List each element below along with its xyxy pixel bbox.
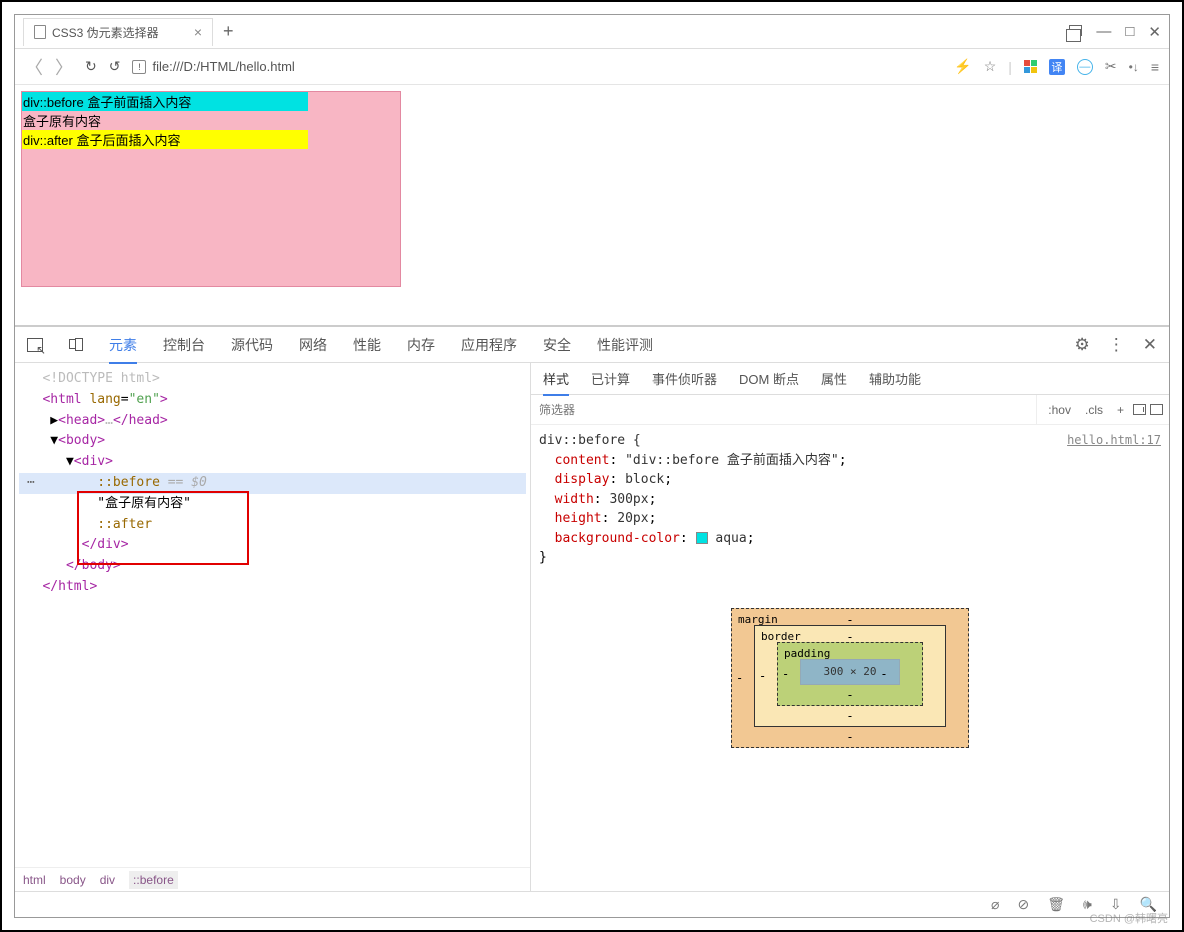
tab-audits[interactable]: 性能评测 — [597, 335, 653, 355]
dom-tree[interactable]: <!DOCTYPE html> <html lang="en"> ▶<head>… — [15, 363, 530, 867]
panel-layout2-icon[interactable] — [1150, 404, 1163, 415]
original-content: 盒子原有内容 — [22, 111, 400, 130]
tab-security[interactable]: 安全 — [543, 335, 571, 355]
browser-tab[interactable]: CSS3 伪元素选择器 × — [23, 18, 213, 46]
cls-toggle[interactable]: .cls — [1080, 401, 1108, 419]
tab-memory[interactable]: 内存 — [407, 335, 435, 355]
nav-forward-icon[interactable]: 〉 — [55, 54, 73, 80]
more-icon[interactable]: ⋮ — [1108, 335, 1125, 355]
watermark: CSDN @韩曙亮 — [1090, 910, 1168, 926]
box-model: margin ---- border ---- padding --- 300 … — [731, 608, 969, 749]
tab-application[interactable]: 应用程序 — [461, 335, 517, 355]
before-pseudo: div::before 盒子前面插入内容 — [22, 92, 308, 111]
tab-styles[interactable]: 样式 — [543, 369, 569, 396]
dom-breadcrumb[interactable]: html body div ::before — [15, 867, 530, 891]
tab-network[interactable]: 网络 — [299, 335, 327, 355]
window-minimize-icon[interactable]: — — [1096, 23, 1111, 41]
inspect-element-icon[interactable] — [27, 338, 43, 352]
after-pseudo: div::after 盒子后面插入内容 — [22, 130, 308, 149]
reload-icon[interactable]: ↻ — [85, 58, 97, 75]
new-tab-button[interactable]: + — [223, 21, 234, 42]
flash-icon[interactable]: ⚡ — [954, 58, 971, 75]
url-text[interactable]: file:///D:/HTML/hello.html — [152, 59, 294, 74]
download-icon[interactable]: •↓ — [1129, 60, 1139, 74]
window-duplicate-icon[interactable] — [1069, 23, 1082, 41]
hov-toggle[interactable]: :hov — [1043, 401, 1076, 419]
window-close-icon[interactable]: ✕ — [1148, 23, 1161, 41]
scissors-icon[interactable]: ✂ — [1105, 58, 1117, 75]
tab-a11y[interactable]: 辅助功能 — [869, 369, 921, 388]
demo-div: div::before 盒子前面插入内容 盒子原有内容 div::after 盒… — [21, 91, 401, 287]
tab-breakpoints[interactable]: DOM 断点 — [739, 369, 799, 388]
nav-back-icon[interactable]: 〈 — [25, 54, 43, 80]
tab-sources[interactable]: 源代码 — [231, 335, 273, 355]
device-toggle-icon[interactable] — [69, 338, 83, 351]
tab-elements[interactable]: 元素 — [109, 335, 137, 364]
style-filter-input[interactable] — [531, 403, 1036, 417]
window-maximize-icon[interactable]: □ — [1125, 23, 1134, 41]
page-viewport: div::before 盒子前面插入内容 盒子原有内容 div::after 盒… — [15, 85, 1169, 325]
new-rule-icon[interactable]: + — [1112, 401, 1129, 419]
tab-computed[interactable]: 已计算 — [591, 369, 630, 388]
tab-properties[interactable]: 属性 — [821, 369, 847, 388]
console-clear-icon[interactable]: ⌀ — [991, 896, 999, 913]
panel-layout-icon[interactable] — [1133, 404, 1146, 415]
shield-icon: ! — [132, 60, 146, 74]
zoom-out-icon[interactable]: — — [1077, 59, 1093, 75]
trash-icon[interactable]: 🗑 — [1047, 896, 1065, 913]
console-cancel-icon[interactable]: ⊘ — [1017, 896, 1029, 913]
favorite-icon[interactable]: ☆ — [984, 58, 997, 75]
color-swatch-icon[interactable] — [696, 532, 708, 544]
tab-title: CSS3 伪元素选择器 — [52, 24, 159, 41]
translate-icon[interactable]: 译 — [1049, 59, 1065, 75]
tab-close-icon[interactable]: × — [194, 24, 202, 40]
tab-console[interactable]: 控制台 — [163, 335, 205, 355]
source-link[interactable]: hello.html:17 — [1067, 431, 1161, 449]
home-icon[interactable]: ↺ — [109, 58, 121, 75]
tab-performance[interactable]: 性能 — [353, 335, 381, 355]
file-icon — [34, 25, 46, 39]
css-rules[interactable]: hello.html:17 div::before { content: "di… — [531, 425, 1169, 891]
tab-listeners[interactable]: 事件侦听器 — [652, 369, 717, 388]
settings-icon[interactable]: ⚙ — [1075, 335, 1090, 355]
apps-icon[interactable] — [1024, 60, 1037, 73]
devtools-close-icon[interactable]: ✕ — [1143, 335, 1157, 355]
menu-icon[interactable]: ≡ — [1151, 59, 1159, 75]
